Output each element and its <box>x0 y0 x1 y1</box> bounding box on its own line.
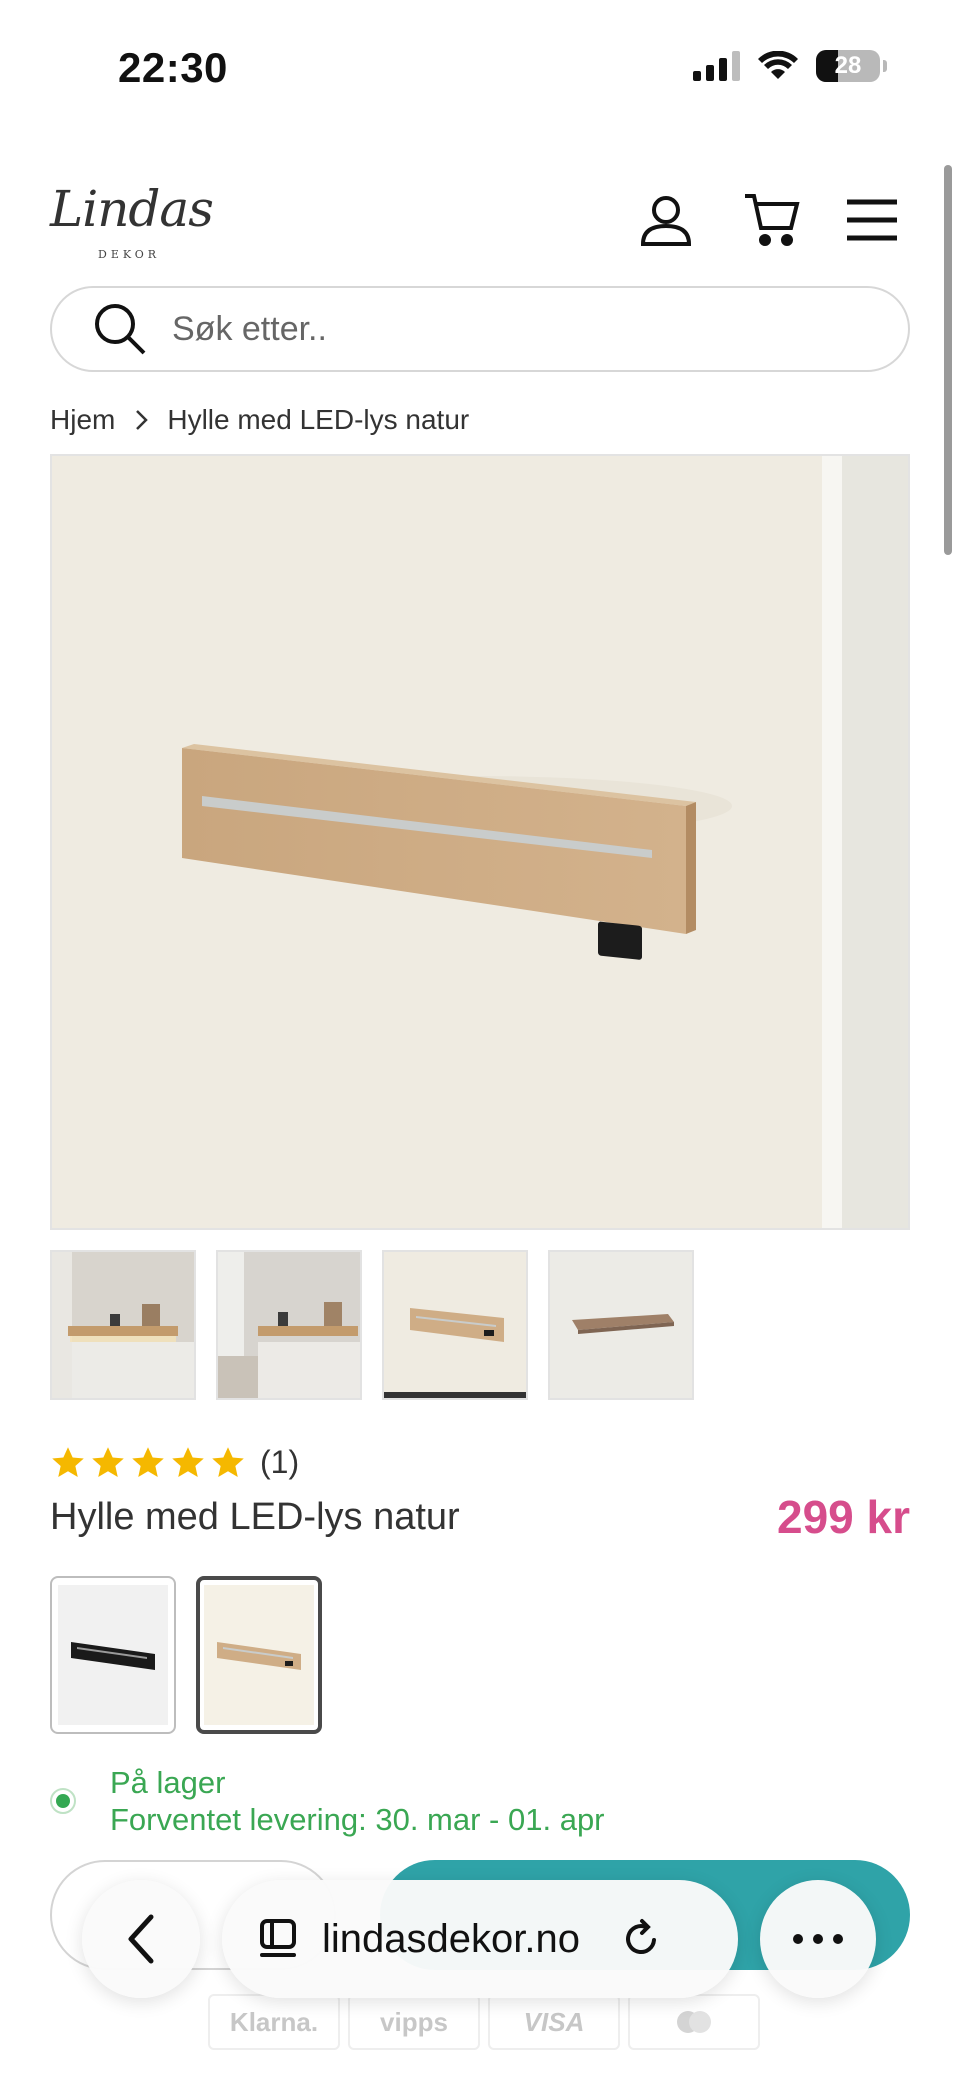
payment-methods: Klarna. vipps VISA <box>208 1994 760 2050</box>
breadcrumb: Hjem Hylle med LED-lys natur <box>50 404 469 436</box>
cellular-signal-icon <box>693 51 740 81</box>
breadcrumb-current: Hylle med LED-lys natur <box>167 404 470 435</box>
product-shelf-image <box>182 744 732 960</box>
thumbnail-2[interactable] <box>216 1250 362 1400</box>
star-icon <box>212 1446 244 1477</box>
search-input[interactable] <box>172 309 772 349</box>
logo-subtext: DEKOR <box>98 248 161 261</box>
stock-label: På lager <box>110 1765 226 1800</box>
klarna-logo: Klarna. <box>208 1994 340 2050</box>
product-title: Hylle med LED-lys natur <box>50 1496 460 1538</box>
browser-address-bar[interactable]: lindasdekor.no <box>222 1880 738 1998</box>
menu-icon[interactable] <box>842 190 902 250</box>
visa-logo: VISA <box>488 1994 620 2050</box>
star-icon <box>172 1446 204 1477</box>
product-rating[interactable]: (1) <box>50 1444 299 1481</box>
search-bar[interactable] <box>50 286 910 372</box>
logo-text: Lindas <box>50 180 214 238</box>
wifi-icon <box>758 51 798 79</box>
cart-icon[interactable] <box>742 190 802 250</box>
account-icon[interactable] <box>636 190 696 250</box>
battery-icon: 28 <box>816 50 887 82</box>
browser-url: lindasdekor.no <box>322 1916 580 1961</box>
browser-more-button[interactable] <box>760 1880 876 1998</box>
in-stock-dot-icon <box>50 1788 76 1814</box>
thumbnail-1[interactable] <box>50 1250 196 1400</box>
color-variants <box>50 1576 322 1734</box>
more-dots-icon <box>793 1934 843 1944</box>
reload-icon[interactable] <box>620 1918 662 1960</box>
star-icon <box>92 1446 124 1477</box>
product-thumbnails <box>50 1250 694 1400</box>
thumbnail-4[interactable] <box>548 1250 694 1400</box>
rating-count: (1) <box>260 1444 300 1480</box>
browser-back-button[interactable] <box>82 1880 200 1998</box>
chevron-left-icon <box>128 1914 154 1964</box>
status-time: 22:30 <box>118 44 228 91</box>
tabs-icon <box>260 1919 296 1957</box>
status-icons: 28 <box>693 50 887 82</box>
search-icon <box>95 304 146 355</box>
site-header: Lindas DEKOR <box>0 170 960 270</box>
vipps-logo: vipps <box>348 1994 480 2050</box>
delivery-estimate: Forventet levering: 30. mar - 01. apr <box>110 1802 605 1837</box>
variant-natur[interactable] <box>196 1576 322 1734</box>
battery-level: 28 <box>834 52 862 79</box>
thumbnail-3[interactable] <box>382 1250 528 1400</box>
product-price: 299 kr <box>776 1491 910 1543</box>
status-bar: 22:30 28 <box>0 0 960 130</box>
mastercard-logo <box>628 1994 760 2050</box>
star-icon <box>132 1446 164 1477</box>
variant-black[interactable] <box>50 1576 176 1734</box>
product-main-image[interactable] <box>50 454 910 1230</box>
site-logo[interactable]: Lindas DEKOR <box>50 180 214 261</box>
breadcrumb-home[interactable]: Hjem <box>50 404 115 436</box>
page-scrollbar[interactable] <box>944 165 952 555</box>
chevron-right-icon <box>136 410 149 430</box>
star-icon <box>52 1446 84 1477</box>
